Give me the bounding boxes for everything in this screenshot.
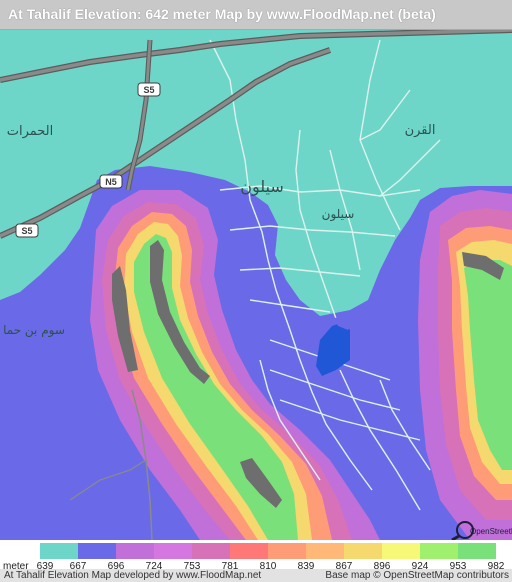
legend-swatch [192, 543, 230, 559]
footer-credit[interactable]: At Tahalif Elevation Map developed by ww… [4, 570, 261, 581]
legend-swatch [78, 543, 116, 559]
legend-swatch [116, 543, 154, 559]
s5-north-label: S5 [143, 85, 154, 95]
footer: At Tahalif Elevation Map developed by ww… [0, 569, 512, 582]
osm-logo-text: OpenStreetMap [470, 527, 512, 536]
legend-swatch [458, 543, 496, 559]
place-label-siloun: سيلون [240, 177, 284, 197]
legend-swatch [268, 543, 306, 559]
n5-label: N5 [105, 177, 117, 187]
s5-west-label: S5 [21, 226, 32, 236]
legend-swatch [154, 543, 192, 559]
legend-swatch [420, 543, 458, 559]
n5-shield: N5 [99, 174, 123, 189]
legend-swatch [382, 543, 420, 559]
legend-swatch [230, 543, 268, 559]
place-label-al-humrat: الحمرات [7, 124, 54, 139]
elevation-map[interactable]: N5 S5 S5 سيلون سيلون الحمرات القرن سوم ب… [0, 30, 512, 540]
map-title: At Tahalif Elevation: 642 meter Map by w… [8, 6, 436, 22]
s5-shield-west: S5 [15, 223, 39, 238]
place-label-siloun-small: سيلون [322, 207, 355, 222]
s5-shield-north: S5 [137, 82, 161, 97]
title-bar: At Tahalif Elevation: 642 meter Map by w… [0, 0, 512, 30]
place-label-al-qarn: القرن [405, 123, 436, 138]
legend-swatch [306, 543, 344, 559]
legend-color-bar [40, 543, 496, 559]
footer-basemap-attribution[interactable]: Base map © OpenStreetMap contributors [325, 570, 509, 581]
place-label-sawm-bin-hammad: سوم بن حما [3, 323, 65, 338]
legend-swatch [40, 543, 78, 559]
legend-swatch [344, 543, 382, 559]
